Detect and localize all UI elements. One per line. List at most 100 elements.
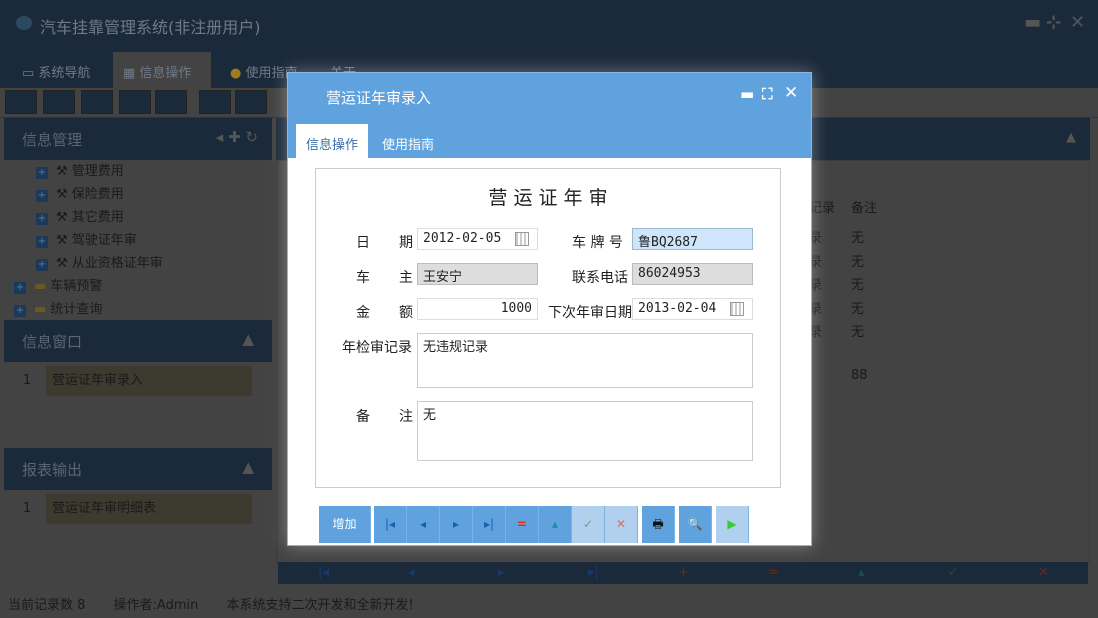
dialog-tab-info-ops[interactable]: 信息操作 bbox=[296, 124, 369, 158]
owner-label: 主 bbox=[399, 270, 413, 286]
run-button[interactable]: ▶ bbox=[716, 506, 749, 543]
remark-textarea[interactable]: 无 bbox=[417, 401, 753, 461]
cancel-button[interactable]: ✕ bbox=[605, 506, 638, 543]
expand-icon[interactable]: + bbox=[36, 213, 48, 225]
edit-button[interactable]: ▴ bbox=[539, 506, 572, 543]
list-icon[interactable] bbox=[43, 90, 75, 114]
tree-folder[interactable]: + ▬ 车辆预警 bbox=[14, 275, 163, 298]
grid-header[interactable]: 记录 bbox=[809, 197, 835, 216]
owner-field[interactable]: 王安宁 bbox=[417, 263, 538, 285]
calendar-icon[interactable] bbox=[515, 232, 529, 246]
cancel-icon[interactable]: ✕ bbox=[1038, 565, 1049, 580]
preview-button[interactable]: 🔍 bbox=[679, 506, 712, 543]
tree-item[interactable]: + ⚒ 驾驶证年审 bbox=[36, 229, 163, 252]
monitor-icon: ▭ bbox=[22, 66, 39, 81]
expand-icon[interactable]: + bbox=[14, 305, 26, 317]
app-title: 汽车挂靠管理系统(非注册用户) bbox=[40, 18, 261, 37]
date-label: 期 bbox=[399, 235, 413, 251]
phone-label: 联系电话 bbox=[572, 270, 628, 286]
grid-cell[interactable]: 无 bbox=[851, 274, 864, 293]
prev-record-button[interactable]: ◂ bbox=[407, 506, 440, 543]
last-record-button[interactable]: ▸| bbox=[473, 506, 506, 543]
title-bar: 汽车挂靠管理系统(非注册用户) ▬ ⊹ ✕ bbox=[0, 0, 1098, 48]
screen-icon[interactable] bbox=[155, 90, 187, 114]
print-button[interactable]: 🖶 bbox=[642, 506, 675, 543]
collapse-icon[interactable]: ▲ bbox=[1066, 130, 1076, 145]
expand-icon[interactable]: + bbox=[36, 167, 48, 179]
grid-header[interactable]: 备注 bbox=[851, 197, 877, 216]
next-date-label: 下次年审日期 bbox=[548, 305, 632, 321]
tree-item[interactable]: + ⚒ 管理费用 bbox=[36, 160, 163, 183]
tool-icon: ⚒ bbox=[56, 256, 72, 271]
add-button[interactable]: 增加 bbox=[319, 506, 371, 543]
maximize-icon[interactable]: ⛶ bbox=[762, 85, 773, 103]
next-icon[interactable]: ▸ bbox=[498, 565, 505, 580]
tree-item[interactable]: + ⚒ 其它费用 bbox=[36, 206, 163, 229]
export-icon[interactable] bbox=[199, 90, 231, 114]
folder-icon: ▬ bbox=[34, 302, 51, 317]
search-icon[interactable] bbox=[5, 90, 37, 114]
panel-report-header: 报表输出 ▲ bbox=[4, 448, 272, 490]
record-textarea[interactable]: 无违规记录 bbox=[417, 333, 753, 388]
amount-field[interactable]: 1000 bbox=[417, 298, 538, 320]
list-item[interactable]: 1 营运证年审录入 bbox=[8, 366, 252, 396]
grid-icon: ▦ bbox=[123, 66, 140, 81]
last-icon[interactable]: ▸| bbox=[588, 565, 599, 580]
expand-icon[interactable]: + bbox=[36, 259, 48, 271]
dialog-tab-guide[interactable]: 使用指南 bbox=[372, 124, 444, 158]
tab-info-ops[interactable]: ▦ 信息操作 bbox=[113, 52, 211, 88]
next-record-button[interactable]: ▸ bbox=[440, 506, 473, 543]
tree-item[interactable]: + ⚒ 从业资格证年审 bbox=[36, 252, 163, 275]
grid-cell[interactable]: 无 bbox=[851, 251, 864, 270]
grid-cell[interactable]: 无 bbox=[851, 298, 864, 317]
grid-cell[interactable]: 88 bbox=[851, 368, 868, 383]
collapse-icon[interactable]: ▲ bbox=[242, 458, 254, 476]
tool-icon: ⚒ bbox=[56, 233, 72, 248]
minimize-icon[interactable]: ▬ bbox=[740, 85, 754, 103]
first-record-button[interactable]: |◂ bbox=[374, 506, 407, 543]
delete-button[interactable]: = bbox=[506, 506, 539, 543]
list-item[interactable]: 1 营运证年审明细表 bbox=[8, 494, 252, 524]
phone-field[interactable]: 86024953 bbox=[632, 263, 753, 285]
confirm-button[interactable]: ✓ bbox=[572, 506, 605, 543]
grid-cell[interactable]: 无 bbox=[851, 321, 864, 340]
confirm-icon[interactable]: ✓ bbox=[948, 565, 959, 580]
grid-cell[interactable]: 无 bbox=[851, 227, 864, 246]
tree-folder[interactable]: + ▬ 统计查询 bbox=[14, 298, 163, 321]
annual-review-dialog: 营运证年审录入 ▬ ⛶ ✕ 信息操作 使用指南 营 运 证 年 审 日 期 20… bbox=[287, 72, 812, 546]
dialog-tabs: 信息操作 使用指南 bbox=[288, 121, 811, 158]
tab-system-nav[interactable]: ▭ 系统导航 bbox=[12, 52, 100, 88]
plate-field[interactable]: 鲁BQ2687 bbox=[632, 228, 753, 250]
restore-icon[interactable]: ⊹ bbox=[1046, 12, 1061, 33]
minimize-icon[interactable]: ▬ bbox=[1024, 12, 1041, 33]
close-icon[interactable]: ✕ bbox=[784, 83, 798, 103]
dialog-header: 营运证年审录入 ▬ ⛶ ✕ bbox=[288, 73, 811, 121]
document-icon[interactable] bbox=[81, 90, 113, 114]
close-icon[interactable]: ✕ bbox=[1070, 12, 1085, 33]
panel-controls-icon[interactable]: ◂ ✚ ↻ bbox=[216, 128, 258, 146]
help-icon: ● bbox=[230, 66, 246, 81]
tool-icon: ⚒ bbox=[56, 164, 72, 179]
expand-icon[interactable]: + bbox=[14, 282, 26, 294]
amount-label: 额 bbox=[399, 305, 413, 321]
status-note: 本系统支持二次开发和全新开发! bbox=[226, 598, 414, 613]
user-icon[interactable] bbox=[119, 90, 151, 114]
form-title: 营 运 证 年 审 bbox=[488, 187, 608, 209]
operator: 操作者:Admin bbox=[113, 598, 199, 613]
delete-icon[interactable]: = bbox=[768, 565, 779, 580]
amount-label: 金 bbox=[356, 305, 370, 321]
prev-icon[interactable]: ◂ bbox=[408, 565, 415, 580]
calendar-icon[interactable] bbox=[730, 302, 744, 316]
record-count: 当前记录数 8 bbox=[8, 598, 86, 613]
remark-label: 注 bbox=[399, 409, 413, 425]
date-field[interactable]: 2012-02-05 bbox=[417, 228, 538, 250]
edit-icon[interactable]: ▴ bbox=[858, 565, 865, 580]
collapse-icon[interactable]: ▲ bbox=[242, 330, 254, 348]
next-date-field[interactable]: 2013-02-04 bbox=[632, 298, 753, 320]
first-icon[interactable]: |◂ bbox=[318, 565, 329, 580]
tree-item[interactable]: + ⚒ 保险费用 bbox=[36, 183, 163, 206]
expand-icon[interactable]: + bbox=[36, 236, 48, 248]
insert-icon[interactable]: + bbox=[678, 565, 689, 580]
expand-icon[interactable]: + bbox=[36, 190, 48, 202]
printer-icon[interactable] bbox=[235, 90, 267, 114]
